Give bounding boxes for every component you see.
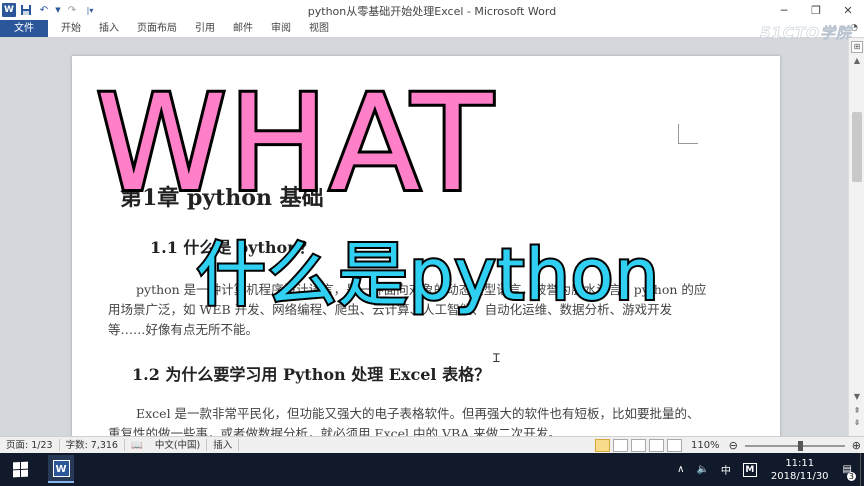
window-controls: ─ ❐ ✕ [768,0,864,20]
close-button[interactable]: ✕ [832,0,864,20]
language-indicator[interactable]: 中文(中国) [149,437,206,454]
insert-mode-indicator[interactable]: 插入 [207,437,238,454]
scroll-down-icon[interactable]: ▼ [849,392,864,401]
view-zoom-controls: 110% ⊖ ⊕ [594,437,864,454]
web-layout-view-button[interactable] [630,439,646,452]
show-desktop-button[interactable] [860,453,864,486]
zoom-in-icon[interactable]: ⊕ [849,439,864,452]
divider [238,439,240,451]
ime-language-indicator[interactable]: 中 [715,462,737,477]
tab-home[interactable]: 开始 [52,20,90,37]
print-layout-view-button[interactable] [594,439,610,452]
proofing-icon[interactable]: 📖 [125,437,149,454]
redo-icon[interactable]: ↷ [64,2,80,18]
window-title: python从零基础开始处理Excel - Microsoft Word [307,5,557,18]
page-indicator[interactable]: 页面: 1/23 [0,437,59,454]
restore-button[interactable]: ❐ [800,0,832,20]
save-icon[interactable] [18,2,34,18]
tab-references[interactable]: 引用 [186,20,224,37]
quick-access-toolbar: W ↶ ▼ ↷ |▾ [0,0,100,20]
watermark-logo: 51CTO学院 [760,24,852,43]
tab-view[interactable]: 视图 [300,20,338,37]
windows-logo-icon [12,461,28,478]
clock-date: 2018/11/30 [770,470,829,482]
outline-view-button[interactable] [648,439,664,452]
windows-taskbar: W ∧ 🔈 中 M 11:11 2018/11/30 ▤ 3 [0,453,864,486]
overlay-sub-caption: 什么是python [194,234,661,316]
notification-center-icon[interactable]: ▤ 3 [837,464,858,481]
clock-time: 11:11 [785,457,815,469]
full-screen-reading-view-button[interactable] [612,439,628,452]
paragraph-2[interactable]: Excel 是一款非常平民化，但功能又强大的电子表格软件。但再强大的软件也有短板… [108,404,708,436]
vertical-scrollbar[interactable]: ⊞ ▲ ▼ ⇞ ⇟ [848,38,864,436]
volume-icon[interactable]: 🔈 [690,464,714,475]
word-app-icon: W [52,459,70,477]
clock[interactable]: 11:11 2018/11/30 [763,457,837,483]
tray-overflow-icon[interactable]: ∧ [671,464,690,475]
zoom-level[interactable]: 110% [685,440,726,451]
next-page-icon[interactable]: ⇟ [849,418,864,427]
start-button[interactable] [0,453,40,486]
previous-page-icon[interactable]: ⇞ [849,406,864,415]
word-count[interactable]: 字数: 7,316 [60,437,124,454]
zoom-out-icon[interactable]: ⊖ [726,439,741,452]
text-cursor-icon: Ɪ [493,351,500,365]
word-logo-icon[interactable]: W [2,3,16,17]
title-bar: W ↶ ▼ ↷ |▾ python从零基础开始处理Excel - Microso… [0,0,864,20]
system-tray: ∧ 🔈 中 M 11:11 2018/11/30 ▤ 3 [671,453,864,486]
dropdown-icon[interactable]: ▼ [54,2,62,18]
section-heading-1-2[interactable]: 1.2 为什么要学习用 Python 处理 Excel 表格？ [132,361,490,385]
notification-count: 3 [846,472,856,481]
minimize-button[interactable]: ─ [768,0,800,20]
margin-corner-mark [678,124,698,144]
customize-qat-icon[interactable]: |▾ [82,2,98,18]
overlay-big-caption: WHAT [93,67,495,221]
tab-review[interactable]: 审阅 [262,20,300,37]
zoom-slider[interactable] [744,440,845,451]
tab-page-layout[interactable]: 页面布局 [128,20,186,37]
ime-mode-indicator[interactable]: M [742,462,757,477]
scroll-up-icon[interactable]: ▲ [849,56,864,65]
undo-icon[interactable]: ↶ [36,2,52,18]
tab-mailings[interactable]: 邮件 [224,20,262,37]
taskbar-word-button[interactable]: W [48,455,74,483]
ruler-toggle-button[interactable]: ⊞ [851,41,863,53]
status-bar: 页面: 1/23 字数: 7,316 📖 中文(中国) 插入 110% ⊖ ⊕ [0,436,864,453]
draft-view-button[interactable] [666,439,682,452]
tab-insert[interactable]: 插入 [90,20,128,37]
tab-file[interactable]: 文件 [0,20,48,37]
zoom-slider-knob[interactable] [797,440,803,451]
scroll-thumb[interactable] [852,112,862,182]
ribbon-tabs: 文件 开始 插入 页面布局 引用 邮件 审阅 视图 ◔ [0,20,864,38]
